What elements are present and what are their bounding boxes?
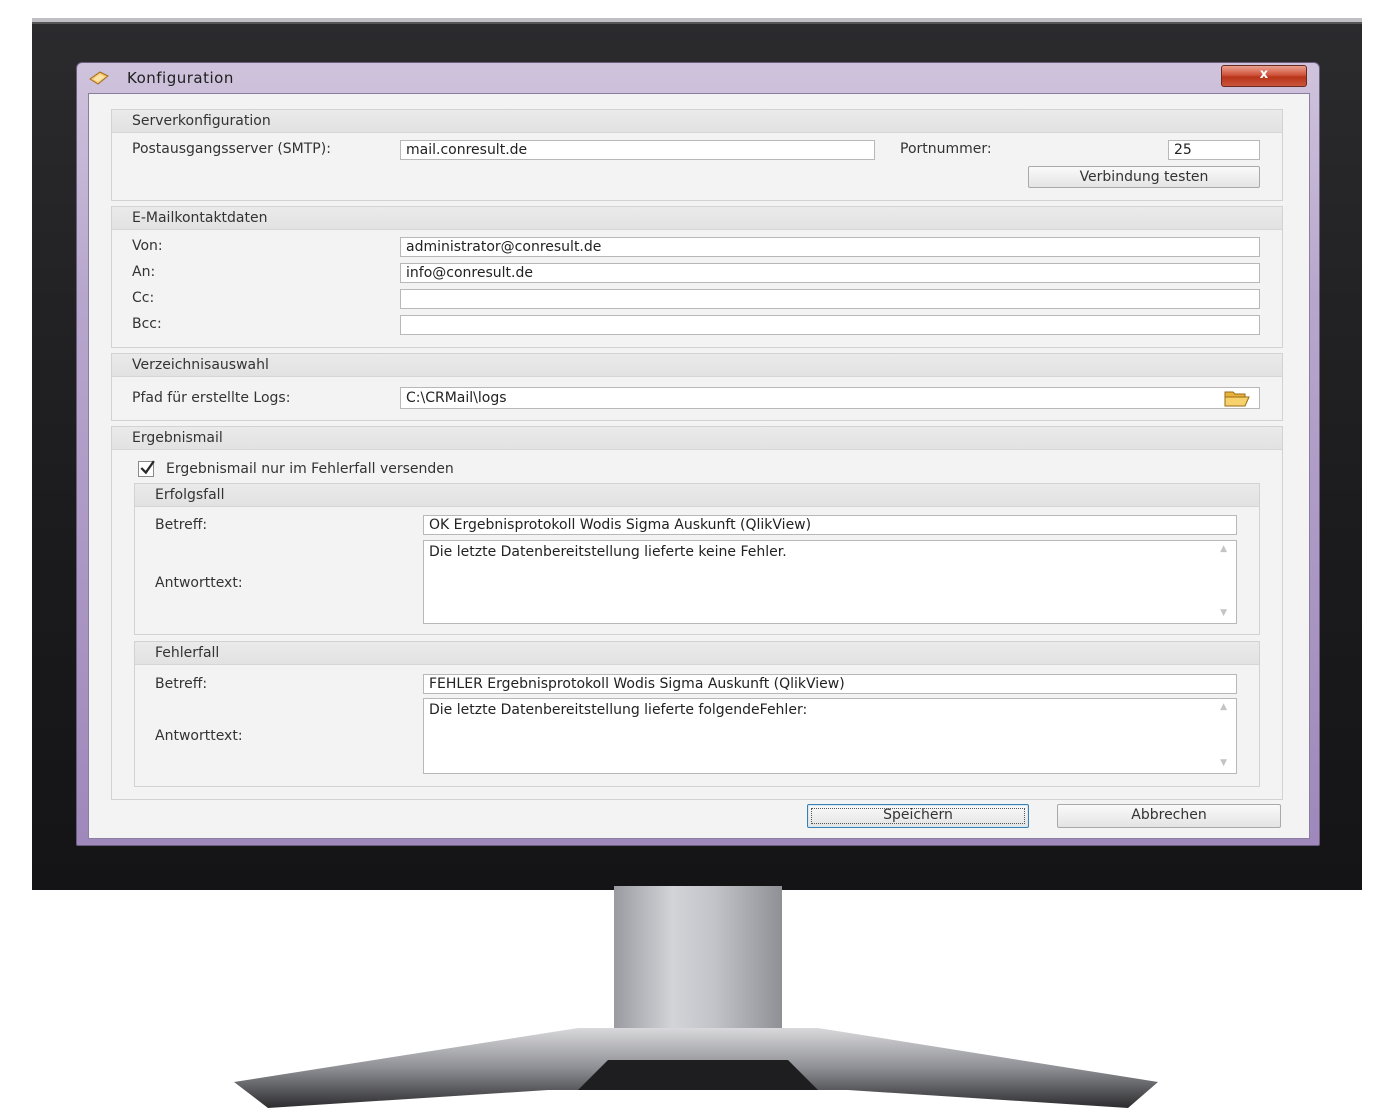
group-header: Verzeichnisauswahl	[112, 354, 1282, 377]
success-subject-label: Betreff:	[155, 517, 208, 533]
error-subject-label: Betreff:	[155, 676, 208, 692]
save-button[interactable]: Speichern	[807, 804, 1029, 828]
from-label: Von:	[132, 238, 163, 254]
scroll-down-icon[interactable]: ▼	[1220, 608, 1227, 618]
success-body-label: Antworttext:	[155, 575, 243, 591]
error-body-label: Antworttext:	[155, 728, 243, 744]
result-mail-group: Ergebnismail Ergebnismail nur im Fehlerf…	[111, 426, 1283, 800]
directory-group: Verzeichnisauswahl Pfad für erstellte Lo…	[111, 353, 1283, 421]
success-case-group: Erfolgsfall Betreff: Antworttext: Die le…	[134, 483, 1260, 635]
scroll-up-icon[interactable]: ▲	[1220, 702, 1227, 712]
group-header: Erfolgsfall	[135, 484, 1259, 507]
cancel-button[interactable]: Abbrechen	[1057, 804, 1281, 828]
group-header: Ergebnismail	[112, 427, 1282, 450]
config-dialog: Konfiguration x Serverkonfiguration Post…	[76, 62, 1320, 846]
group-title: Fehlerfall	[155, 645, 220, 661]
group-title: Verzeichnisauswahl	[132, 357, 269, 373]
from-input[interactable]	[400, 237, 1260, 257]
success-subject-input[interactable]	[423, 515, 1237, 535]
group-header: Serverkonfiguration	[112, 110, 1282, 133]
close-button[interactable]: x	[1221, 65, 1307, 87]
server-config-group: Serverkonfiguration Postausgangsserver (…	[111, 109, 1283, 201]
group-header: Fehlerfall	[135, 642, 1259, 665]
cc-label: Cc:	[132, 290, 155, 306]
dialog-client-area: Serverkonfiguration Postausgangsserver (…	[88, 93, 1310, 839]
focus-ring	[811, 808, 1025, 824]
title-bar[interactable]: Konfiguration x	[77, 63, 1319, 93]
group-title: Serverkonfiguration	[132, 113, 271, 129]
group-title: Ergebnismail	[132, 430, 223, 446]
window-title: Konfiguration	[127, 69, 234, 87]
scroll-down-icon[interactable]: ▼	[1220, 758, 1227, 768]
group-title: E-Mailkontaktdaten	[132, 210, 268, 226]
test-connection-button[interactable]: Verbindung testen	[1028, 166, 1260, 188]
email-contact-group: E-Mailkontaktdaten Von: An: Cc: Bcc:	[111, 206, 1283, 348]
smtp-label: Postausgangsserver (SMTP):	[132, 141, 331, 157]
smtp-server-input[interactable]	[400, 140, 875, 160]
group-header: E-Mailkontaktdaten	[112, 207, 1282, 230]
to-label: An:	[132, 264, 156, 280]
close-icon: x	[1259, 67, 1269, 82]
app-icon	[89, 71, 109, 85]
to-input[interactable]	[400, 263, 1260, 283]
port-input[interactable]	[1168, 140, 1260, 160]
only-on-error-checkbox[interactable]	[138, 460, 155, 477]
bcc-input[interactable]	[400, 315, 1260, 335]
checkmark-icon	[140, 460, 155, 475]
error-body-textarea[interactable]: Die letzte Datenbereitstellung lieferte …	[423, 698, 1237, 774]
group-title: Erfolgsfall	[155, 487, 225, 503]
folder-open-icon[interactable]	[1222, 389, 1252, 407]
port-label: Portnummer:	[900, 141, 992, 157]
only-on-error-label[interactable]: Ergebnismail nur im Fehlerfall versenden	[166, 461, 454, 477]
log-path-label: Pfad für erstellte Logs:	[132, 390, 291, 406]
monitor-stand-base	[234, 1028, 1158, 1108]
bcc-label: Bcc:	[132, 316, 162, 332]
cc-input[interactable]	[400, 289, 1260, 309]
success-body-textarea[interactable]: Die letzte Datenbereitstellung lieferte …	[423, 540, 1237, 624]
error-case-group: Fehlerfall Betreff: Antworttext: Die let…	[134, 641, 1260, 787]
error-subject-input[interactable]	[423, 674, 1237, 694]
log-path-input[interactable]	[400, 387, 1260, 409]
scroll-up-icon[interactable]: ▲	[1220, 544, 1227, 554]
